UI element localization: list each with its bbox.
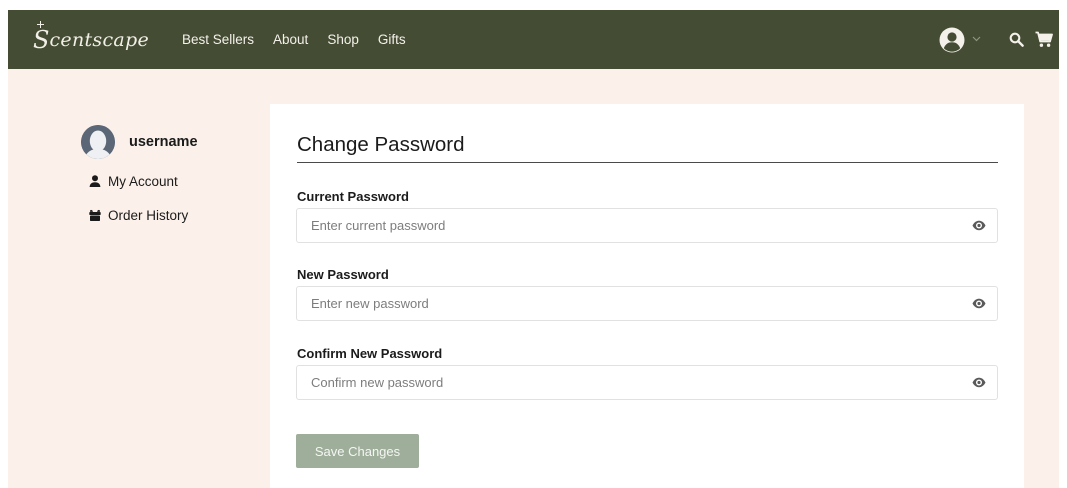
current-password-label: Current Password [297,189,409,204]
logo-text: centscape [49,29,150,51]
page-title: Change Password [297,133,465,156]
profile-summary: username [81,124,221,159]
avatar-placeholder-icon [81,124,115,159]
confirm-password-input[interactable] [297,366,957,399]
current-password-field-wrapper [296,208,998,243]
avatar [81,124,115,159]
current-password-input[interactable] [297,209,957,242]
new-password-input[interactable] [297,287,957,320]
sidebar-item-label: My Account [108,173,178,189]
confirm-password-field-wrapper [296,365,998,400]
new-password-label: New Password [297,267,389,282]
top-navbar: S centscape Best Sellers About Shop Gift… [8,10,1059,69]
nav-actions [939,10,1059,69]
change-password-card: Change Password Current Password New Pas… [270,104,1024,488]
user-circle-icon[interactable] [939,27,965,53]
confirm-password-label: Confirm New Password [297,346,443,361]
eye-icon[interactable] [972,298,986,309]
eye-icon[interactable] [972,377,986,388]
person-icon [89,175,101,187]
nav-link-shop[interactable]: Shop [327,32,359,47]
nav-link-about[interactable]: About [273,32,308,47]
username: username [129,133,198,150]
gift-icon [89,209,101,221]
chevron-down-icon[interactable] [972,36,981,42]
logo-initial: S [33,21,50,54]
cart-icon[interactable] [1035,31,1053,48]
sidebar-item-label: Order History [108,207,189,223]
eye-icon[interactable] [972,220,986,231]
page-frame: S centscape Best Sellers About Shop Gift… [8,10,1059,488]
new-password-field-wrapper [296,286,998,321]
nav-link-best-sellers[interactable]: Best Sellers [182,32,254,47]
account-sidebar: username My Account Order History [81,124,221,224]
brand-logo[interactable]: S centscape [33,21,150,57]
sidebar-item-my-account[interactable]: My Account [89,172,221,190]
sidebar-item-order-history[interactable]: Order History [89,206,221,224]
save-changes-button[interactable]: Save Changes [296,434,419,468]
main-nav: Best Sellers About Shop Gifts [182,10,425,69]
nav-link-gifts[interactable]: Gifts [378,32,406,47]
title-divider [297,162,998,163]
search-icon[interactable] [1009,32,1024,47]
